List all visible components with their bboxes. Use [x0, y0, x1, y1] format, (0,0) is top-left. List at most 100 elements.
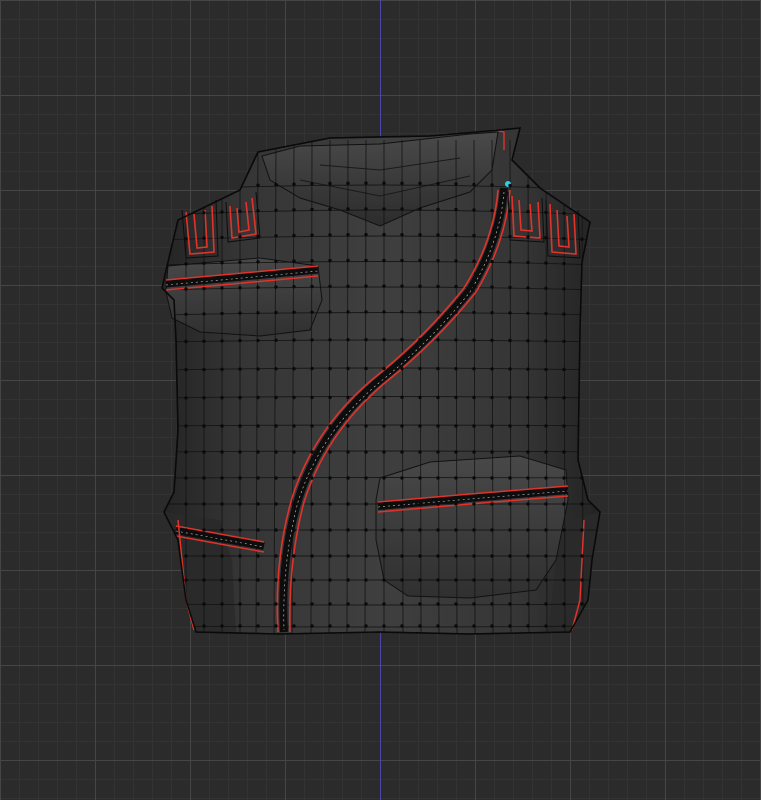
mesh-vertex[interactable]: [202, 211, 206, 215]
mesh-vertex[interactable]: [274, 624, 278, 628]
mesh-vertex[interactable]: [202, 476, 206, 480]
mesh-vertex[interactable]: [400, 450, 404, 454]
mesh-vertex[interactable]: [454, 310, 458, 314]
mesh-vertex[interactable]: [364, 232, 368, 237]
mesh-vertex[interactable]: [310, 338, 314, 342]
mesh-vertex[interactable]: [238, 624, 242, 628]
mesh-vertex[interactable]: [472, 285, 476, 289]
mesh-vertex[interactable]: [490, 285, 494, 289]
mesh-vertex[interactable]: [400, 395, 404, 399]
mesh-vertex[interactable]: [436, 181, 440, 186]
mesh-vertex[interactable]: [580, 502, 584, 506]
mesh-vertex[interactable]: [454, 502, 458, 506]
mesh-vertex[interactable]: [256, 395, 260, 400]
mesh-vertex[interactable]: [454, 259, 458, 263]
mesh-vertex[interactable]: [400, 602, 404, 606]
mesh-vertex[interactable]: [202, 367, 206, 372]
mesh-vertex[interactable]: [544, 602, 548, 606]
mesh-vertex[interactable]: [526, 184, 530, 188]
mesh-vertex[interactable]: [562, 602, 566, 606]
mesh-vertex[interactable]: [310, 602, 314, 606]
mesh-vertex[interactable]: [472, 182, 476, 187]
mesh-vertex[interactable]: [274, 578, 278, 582]
mesh-vertex[interactable]: [400, 366, 404, 371]
mesh-vertex[interactable]: [238, 338, 242, 343]
mesh-vertex[interactable]: [436, 284, 440, 289]
mesh-vertex[interactable]: [562, 476, 566, 480]
mesh-vertex[interactable]: [472, 208, 476, 212]
mesh-vertex[interactable]: [490, 476, 494, 480]
mesh-vertex[interactable]: [328, 366, 332, 371]
mesh-vertex[interactable]: [562, 287, 566, 291]
mesh-vertex[interactable]: [544, 261, 548, 265]
mesh-vertex[interactable]: [220, 450, 224, 454]
mesh-vertex[interactable]: [508, 502, 512, 506]
mesh-vertex[interactable]: [400, 502, 404, 506]
mesh-vertex[interactable]: [454, 476, 458, 480]
mesh-vertex[interactable]: [310, 233, 314, 237]
mesh-vertex[interactable]: [274, 602, 278, 606]
mesh-vertex[interactable]: [220, 476, 224, 480]
mesh-vertex[interactable]: [364, 395, 368, 399]
mesh-vertex[interactable]: [562, 554, 566, 558]
mesh-vertex[interactable]: [184, 450, 188, 454]
mesh-vertex[interactable]: [328, 624, 332, 628]
mesh-vertex[interactable]: [400, 258, 404, 263]
mesh-vertex[interactable]: [364, 602, 368, 606]
mesh-vertex[interactable]: [436, 233, 440, 237]
mesh-vertex[interactable]: [346, 476, 350, 480]
mesh-vertex[interactable]: [328, 258, 332, 263]
mesh-vertex[interactable]: [310, 284, 314, 289]
mesh-vertex[interactable]: [544, 476, 548, 480]
mesh-vertex[interactable]: [382, 424, 386, 428]
mesh-vertex[interactable]: [184, 528, 188, 532]
mesh-vertex[interactable]: [238, 235, 242, 239]
mesh-vertex[interactable]: [400, 310, 404, 314]
mesh-vertex[interactable]: [364, 528, 368, 532]
mesh-vertex[interactable]: [292, 450, 296, 454]
mesh-vertex[interactable]: [310, 310, 314, 314]
mesh-vertex[interactable]: [544, 311, 548, 316]
mesh-vertex[interactable]: [436, 424, 440, 428]
mesh-vertex[interactable]: [544, 624, 548, 628]
mesh-vertex[interactable]: [418, 602, 422, 606]
mesh-vertex[interactable]: [310, 259, 314, 263]
mesh-vertex[interactable]: [562, 339, 566, 343]
mesh-vertex[interactable]: [490, 367, 494, 371]
mesh-vertex[interactable]: [202, 502, 206, 506]
mesh-vertex[interactable]: [436, 310, 440, 314]
mesh-vertex[interactable]: [472, 602, 476, 606]
mesh-vertex[interactable]: [310, 424, 314, 428]
mesh-vertex[interactable]: [418, 578, 422, 582]
mesh-vertex[interactable]: [310, 554, 314, 558]
mesh-vertex[interactable]: [454, 182, 458, 186]
mesh-vertex[interactable]: [202, 528, 206, 532]
mesh-vertex[interactable]: [238, 209, 242, 213]
mesh-vertex[interactable]: [382, 207, 386, 211]
mesh-vertex[interactable]: [526, 367, 530, 371]
mesh-vertex[interactable]: [364, 476, 368, 480]
mesh-vertex[interactable]: [526, 450, 530, 454]
mesh-vertex[interactable]: [580, 554, 584, 558]
mesh-vertex[interactable]: [238, 424, 242, 428]
mesh-vertex[interactable]: [274, 338, 278, 342]
mesh-vertex[interactable]: [472, 338, 476, 342]
mesh-vertex[interactable]: [580, 476, 584, 480]
mesh-vertex[interactable]: [418, 624, 422, 628]
mesh-vertex[interactable]: [256, 502, 260, 506]
mesh-vertex[interactable]: [238, 528, 242, 532]
mesh-vertex[interactable]: [508, 424, 512, 428]
mesh-vertex[interactable]: [328, 424, 332, 428]
mesh-vertex[interactable]: [310, 207, 314, 212]
mesh-vertex[interactable]: [220, 528, 224, 532]
mesh-vertex[interactable]: [400, 554, 404, 558]
mesh-vertex[interactable]: [238, 260, 242, 264]
mesh-vertex[interactable]: [490, 450, 494, 454]
mesh-vertex[interactable]: [400, 181, 404, 185]
mesh-vertex[interactable]: [256, 234, 260, 238]
mesh-vertex[interactable]: [418, 395, 422, 400]
mesh-vertex[interactable]: [256, 602, 260, 606]
mesh-vertex[interactable]: [274, 234, 278, 238]
mesh-vertex[interactable]: [580, 528, 584, 532]
mesh-vertex[interactable]: [490, 183, 494, 187]
